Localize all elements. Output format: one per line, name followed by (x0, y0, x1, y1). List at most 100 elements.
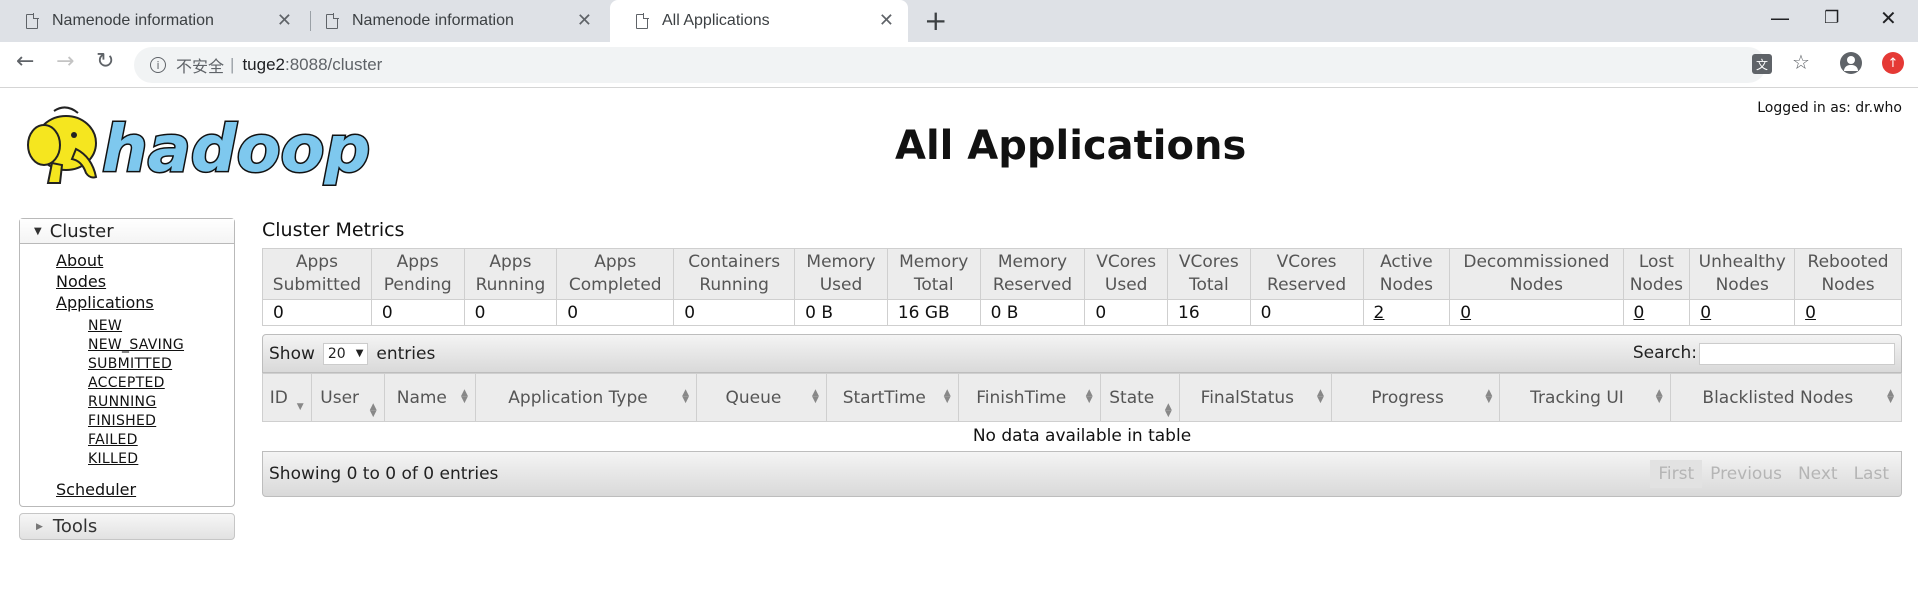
profile-icon[interactable] (1840, 52, 1862, 74)
state-link-killed[interactable]: KILLED (88, 450, 234, 469)
metric-header-line: Nodes (1629, 275, 1684, 295)
column-header[interactable]: FinalStatus ▲ ▼ (1178, 373, 1332, 422)
window-close-icon[interactable]: ✕ (1880, 6, 1897, 30)
column-header[interactable]: StartTime ▲ ▼ (825, 373, 959, 422)
column-header[interactable]: FinishTime ▲ ▼ (957, 373, 1101, 422)
column-header[interactable]: User ▲ ▼ (310, 373, 385, 422)
metric-header-line: Running (475, 275, 546, 295)
metric-header-line: Nodes (1509, 275, 1563, 295)
metrics-header-row: Apps Submitted Apps Pending Apps Running Apps C… (262, 248, 1902, 300)
column-header[interactable]: State ▲ ▼ (1099, 373, 1180, 422)
sidebar-link-scheduler[interactable]: Scheduler (56, 479, 234, 500)
column-header[interactable]: Blacklisted Nodes ▲ ▼ (1669, 373, 1903, 422)
sort-icon: ▲ ▼ (682, 388, 690, 405)
metric-header-line: VCores (1276, 252, 1337, 272)
metric-value-link[interactable]: 0 (1700, 303, 1711, 323)
metric-header-line: VCores (1096, 252, 1157, 272)
sort-icon: ▲ ▼ (1887, 388, 1894, 405)
page-title: All Applications (895, 123, 1247, 169)
page-size-value: 20 (327, 345, 346, 362)
tab-title: Namenode information (352, 12, 514, 29)
pager-next-button[interactable]: Next (1790, 460, 1846, 488)
browser-tab-2[interactable]: Namenode information ✕ (300, 0, 606, 42)
state-link-finished[interactable]: FINISHED (88, 412, 234, 431)
update-icon[interactable]: ↑ (1882, 52, 1904, 74)
column-header[interactable]: Tracking UI ▲ ▼ (1499, 373, 1671, 422)
sidebar-link-applications[interactable]: Applications (56, 292, 234, 313)
state-link-accepted[interactable]: ACCEPTED (88, 374, 234, 393)
state-link-new-saving[interactable]: NEW_SAVING (88, 336, 234, 355)
sort-icon: ▲ ▼ (1085, 388, 1093, 405)
metric-header-line: Total (913, 275, 954, 295)
browser-tab-1[interactable]: Namenode information ✕ (0, 0, 306, 42)
column-header[interactable]: Queue ▲ ▼ (696, 373, 827, 422)
metric-header-line: Reserved (1267, 275, 1347, 295)
column-header-label: Application Type (508, 387, 648, 408)
new-tab-icon[interactable]: + (924, 4, 947, 37)
column-header-label: State (1109, 387, 1155, 408)
close-icon[interactable]: ✕ (879, 10, 894, 31)
star-icon[interactable]: ☆ (1792, 50, 1810, 74)
metric-header-line: Reserved (992, 275, 1073, 295)
back-icon[interactable]: ← (16, 49, 34, 74)
column-header[interactable]: Name ▲ ▼ (383, 373, 476, 422)
sort-icon: ▲ ▼ (811, 388, 819, 405)
state-link-new[interactable]: NEW (88, 317, 234, 336)
browser-tab-3[interactable]: All Applications ✕ (610, 0, 908, 42)
metric-header: Containers Running (673, 248, 796, 300)
metric-header-line: Apps (396, 252, 439, 272)
state-link-submitted[interactable]: SUBMITTED (88, 355, 234, 374)
cluster-metrics-table: Apps Submitted Apps Pending Apps Running Apps C… (262, 248, 1902, 326)
metric-value: 0 (463, 299, 558, 326)
metric-header-line: Memory (806, 252, 876, 272)
triangle-right-icon: ▶ (36, 521, 43, 532)
metric-header: Apps Running (463, 248, 558, 300)
metric-header-line: VCores (1178, 252, 1239, 272)
column-header[interactable]: Application Type ▲ ▼ (474, 373, 698, 422)
pager-last-button[interactable]: Last (1846, 460, 1897, 488)
pager-first-button[interactable]: First (1650, 459, 1703, 488)
sidebar-link-nodes[interactable]: Nodes (56, 271, 234, 292)
tools-panel-header[interactable]: ▶ Tools (19, 513, 235, 540)
metric-value-link[interactable]: 0 (1805, 303, 1816, 323)
metric-header-line: Memory (997, 252, 1068, 272)
reload-icon[interactable]: ↻ (96, 49, 114, 74)
sort-icon: ▲ ▼ (369, 402, 377, 419)
translate-icon[interactable]: 文 (1752, 54, 1772, 74)
metrics-value-row: 000000 B 16 GB 0 B 0 16 0 2 0 0 0 0 (262, 299, 1902, 326)
metric-header-line: Running (699, 275, 769, 295)
info-icon[interactable]: i (150, 57, 166, 73)
page-size-select[interactable]: 20 ▼ (322, 342, 369, 365)
search-input[interactable] (1699, 343, 1895, 365)
restore-icon[interactable]: ❐ (1824, 8, 1839, 28)
close-icon[interactable]: ✕ (577, 10, 592, 31)
metric-value-link[interactable]: 0 (1460, 303, 1471, 323)
pagination: First Previous Next Last (1650, 459, 1897, 488)
state-link-running[interactable]: RUNNING (88, 393, 234, 412)
state-link-failed[interactable]: FAILED (88, 431, 234, 450)
metric-header: Apps Completed (556, 248, 675, 300)
url-path: :8088/cluster (284, 55, 383, 74)
forward-icon[interactable]: → (56, 49, 74, 74)
column-header[interactable]: ID ▼ (262, 373, 312, 422)
close-icon[interactable]: ✕ (277, 10, 292, 31)
main-content: Cluster Metrics Apps Submitted Apps Pending… (262, 218, 1903, 497)
metric-header: Unhealthy Nodes (1689, 248, 1796, 300)
metric-value-link[interactable]: 2 (1374, 303, 1385, 323)
minimize-icon[interactable]: — (1770, 6, 1790, 30)
address-bar[interactable]: i 不安全 | tuge2 :8088/cluster (134, 47, 1766, 83)
logged-in-label: Logged in as: dr.who (1757, 100, 1902, 116)
metric-value: 0 B (979, 299, 1086, 326)
metric-header: Active Nodes (1362, 248, 1451, 300)
metric-header: Apps Submitted (262, 248, 372, 300)
metric-value: 0 (1622, 299, 1691, 326)
cluster-header[interactable]: ▼ Cluster (20, 219, 234, 244)
metric-header-line: Lost (1638, 252, 1674, 272)
sort-icon: ▲ ▼ (943, 388, 951, 405)
sidebar-link-about[interactable]: About (56, 250, 234, 271)
page-icon (26, 12, 39, 29)
column-header[interactable]: Progress ▲ ▼ (1330, 373, 1501, 422)
metric-value-link[interactable]: 0 (1634, 303, 1645, 323)
pager-previous-button[interactable]: Previous (1702, 460, 1790, 488)
metric-header-line: Used (819, 275, 863, 295)
